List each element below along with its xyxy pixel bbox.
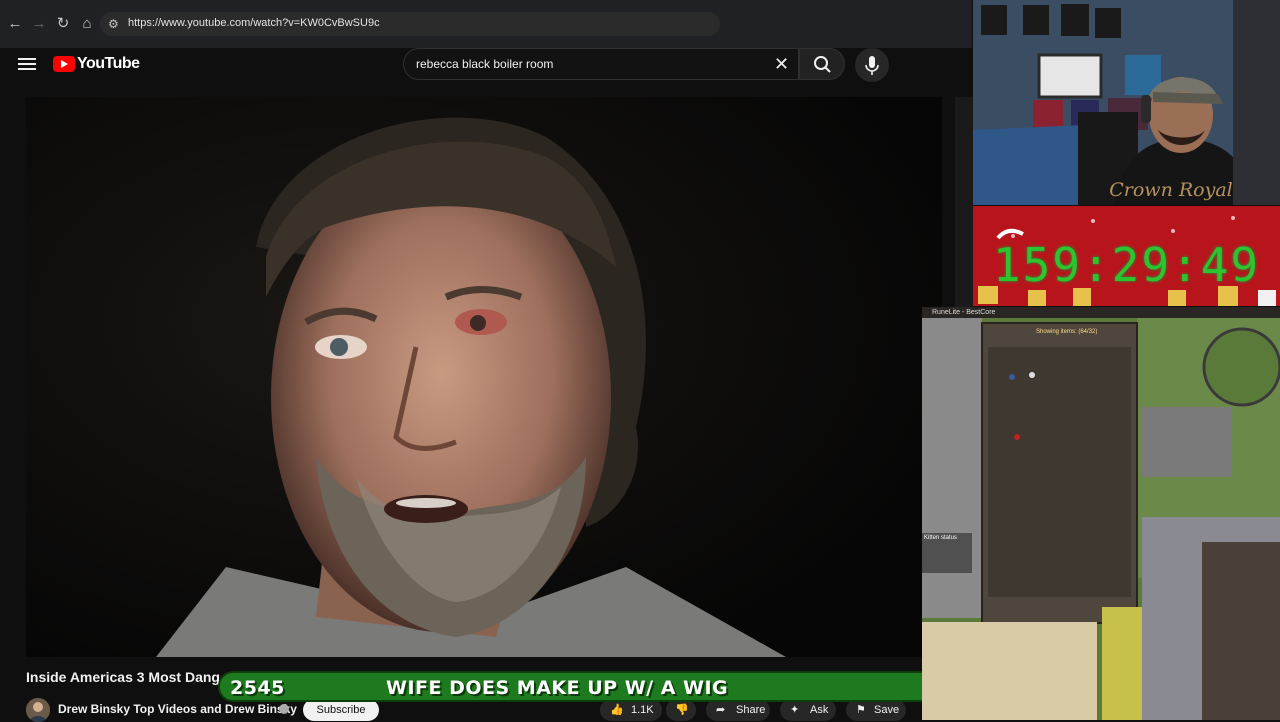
search-query: rebecca black boiler room: [416, 57, 554, 71]
save-label: Save: [874, 704, 900, 716]
address-bar[interactable]: ⚙ https://www.youtube.com/watch?v=KW0CvB…: [100, 12, 720, 36]
countdown-panel: 159:29:49: [973, 206, 1280, 306]
countdown-timer: 159:29:49: [992, 238, 1261, 292]
game-window-title: RuneLite - BestCore: [932, 309, 996, 316]
ask-label: Ask: [810, 704, 829, 716]
search-input[interactable]: rebecca black boiler room ✕: [403, 48, 799, 80]
video-title: Inside Americas 3 Most Dang: [26, 669, 220, 685]
webcam-image: Crown Royal: [973, 0, 1280, 205]
back-icon[interactable]: ←: [3, 12, 27, 36]
youtube-logo-icon[interactable]: [53, 56, 75, 72]
clear-search-icon[interactable]: ✕: [774, 53, 789, 75]
microphone-icon: [865, 56, 879, 75]
stream-banner: 2545 WIFE DOES MAKE UP W/ A WIG 2200: [218, 671, 1014, 702]
avatar-image: [26, 698, 50, 722]
subscribe-button[interactable]: Subscribe: [303, 699, 379, 721]
home-icon[interactable]: ⌂: [75, 12, 99, 36]
browser-toolbar: ← → ↻ ⌂ ⚙ https://www.youtube.com/watch?…: [0, 0, 972, 48]
like-button[interactable]: 👍 1.1K: [600, 699, 662, 721]
thumbs-up-icon: 👍: [610, 704, 624, 716]
game-scene: [922, 318, 1280, 720]
game-panel-title: Showing items: (64/32): [1036, 329, 1098, 335]
site-info-icon[interactable]: ⚙: [108, 16, 119, 32]
channel-name[interactable]: Drew Binsky Top Videos and Drew Binsky: [58, 702, 297, 716]
reload-icon[interactable]: ↻: [51, 12, 75, 36]
thumbs-down-icon: 👎: [675, 704, 689, 716]
search-button[interactable]: [799, 48, 845, 80]
like-count: 1.1K: [631, 704, 654, 716]
share-button[interactable]: ➦ Share: [706, 699, 770, 721]
save-button[interactable]: ⚑ Save: [846, 699, 906, 721]
ask-button[interactable]: ✦ Ask: [780, 699, 836, 721]
channel-avatar[interactable]: [26, 698, 50, 722]
share-label: Share: [736, 704, 766, 716]
sparkle-icon: ✦: [790, 704, 800, 716]
youtube-logo-text[interactable]: YouTube: [77, 55, 140, 73]
forward-icon[interactable]: →: [27, 12, 51, 36]
search-icon: [814, 56, 831, 73]
bookmark-icon: ⚑: [856, 704, 866, 716]
video-player[interactable]: [26, 97, 942, 657]
kitten-status-label: Kitten status: [924, 535, 958, 541]
shirt-text: Crown Royal: [1109, 179, 1232, 201]
game-titlebar: RuneLite - BestCore: [922, 307, 1280, 318]
webcam-feed: Crown Royal: [973, 0, 1280, 205]
url-text: https://www.youtube.com/watch?v=KW0CvBwS…: [128, 17, 380, 29]
share-icon: ➦: [716, 704, 726, 716]
banner-left-number: 2545: [230, 677, 285, 699]
voice-search-button[interactable]: [855, 48, 889, 82]
dislike-button[interactable]: 👎: [666, 699, 696, 721]
verified-icon: [279, 704, 289, 714]
game-window[interactable]: RuneLite - BestCore Showing items: (64/3…: [922, 307, 1280, 720]
banner-text: WIFE DOES MAKE UP W/ A WIG: [386, 677, 729, 699]
video-frame: [26, 97, 942, 657]
hamburger-menu-icon[interactable]: [18, 55, 36, 73]
